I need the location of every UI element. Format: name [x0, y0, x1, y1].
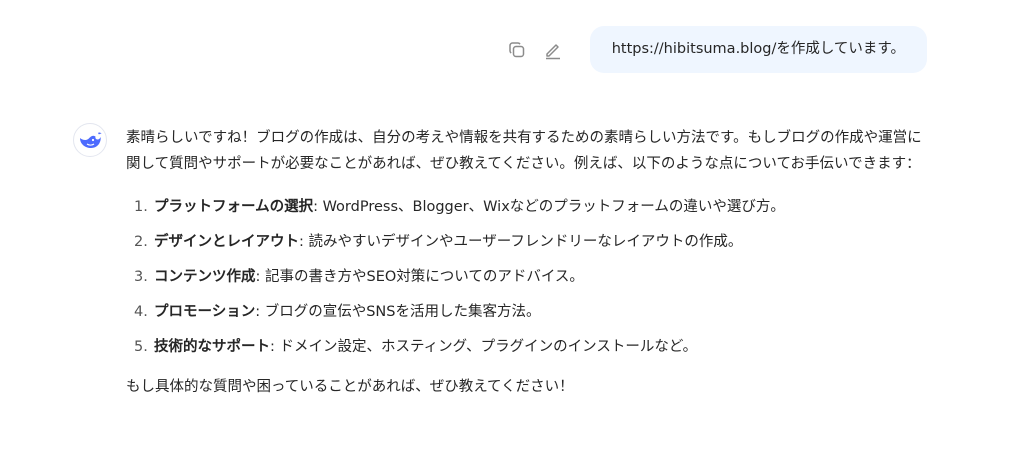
list-desc: : 読みやすいデザインやユーザーフレンドリーなレイアウトの作成。 [299, 234, 743, 250]
answer-closing: もし具体的な質問や困っていることがあれば、ぜひ教えてください！ [126, 379, 574, 395]
edit-icon [545, 43, 560, 59]
list-item: 3. コンテンツ作成: 記事の書き方やSEO対策についてのアドバイス。 [126, 264, 926, 290]
list-item: 1. プラットフォームの選択: WordPress、Blogger、Wixなどのプ… [126, 194, 926, 220]
list-desc: : ドメイン設定、ホスティング、プラグインのインストールなど。 [270, 339, 698, 355]
message-actions [506, 39, 564, 61]
list-term: プロモーション [154, 304, 256, 320]
suggestion-list: 1. プラットフォームの選択: WordPress、Blogger、Wixなどのプ… [126, 194, 926, 360]
list-item: 2. デザインとレイアウト: 読みやすいデザインやユーザーフレンドリーなレイアウト… [126, 229, 926, 255]
list-number: 2. [134, 234, 148, 250]
copy-button[interactable] [506, 39, 528, 61]
list-term: コンテンツ作成 [154, 269, 256, 285]
chat-page: https://hibitsuma.blog/を作成しています。 素晴らしいです… [0, 0, 1024, 472]
list-item: 5. 技術的なサポート: ドメイン設定、ホスティング、プラグインのインストールなど… [126, 334, 926, 360]
list-number: 5. [134, 339, 148, 355]
copy-icon [508, 41, 524, 57]
user-message-bubble: https://hibitsuma.blog/を作成しています。 [589, 26, 927, 73]
list-desc: : ブログの宣伝やSNSを活用した集客方法。 [255, 304, 541, 320]
edit-button[interactable] [542, 39, 564, 61]
list-item: 4. プロモーション: ブログの宣伝やSNSを活用した集客方法。 [126, 299, 926, 325]
list-term: 技術的なサポート [154, 339, 270, 355]
answer-intro: 素晴らしいですね！ブログの作成は、自分の考えや情報を共有するための素晴らしい方法… [126, 130, 922, 172]
list-term: プラットフォームの選択 [154, 199, 314, 215]
user-message-row: https://hibitsuma.blog/を作成しています。 [506, 26, 927, 73]
assistant-message-row: 素晴らしいですね！ブログの作成は、自分の考えや情報を共有するための素晴らしい方法… [73, 117, 933, 400]
whale-logo-icon [80, 132, 102, 148]
list-desc: : WordPress、Blogger、Wixなどのプラットフォームの違いや選び… [313, 199, 785, 215]
list-number: 3. [134, 269, 148, 285]
list-desc: : 記事の書き方やSEO対策についてのアドバイス。 [255, 269, 584, 285]
list-number: 1. [134, 199, 148, 215]
list-number: 4. [134, 304, 148, 320]
list-term: デザインとレイアウト [154, 234, 299, 250]
assistant-avatar [73, 123, 107, 157]
assistant-answer: 素晴らしいですね！ブログの作成は、自分の考えや情報を共有するための素晴らしい方法… [126, 117, 926, 400]
